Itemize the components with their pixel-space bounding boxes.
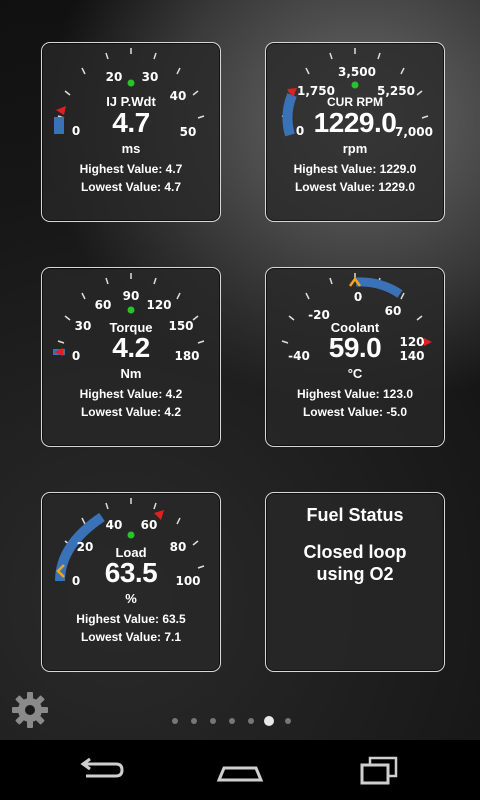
gauge-value: 1229.0 — [313, 107, 397, 138]
gauge-tile-cur-rpm[interactable]: 0 1,750 3,500 5,250 7,000 CUR RPM 1229.0… — [265, 42, 445, 222]
gauge-center-dot — [127, 531, 135, 539]
gauge-unit: Nm — [120, 366, 142, 381]
gauge-highest: Highest Value: 4.2 — [79, 387, 183, 401]
gauge-tile-ij-pwdt[interactable]: 0 20 30 40 50 IJ P.Wdt 4.7 ms Highest Va… — [41, 42, 221, 222]
fuel-status-tile[interactable]: Fuel Status Closed loop using O2 — [265, 492, 445, 672]
tick-label: 60 — [385, 304, 402, 318]
gauge-unit: rpm — [342, 141, 368, 156]
tick-label: 20 — [106, 70, 123, 84]
gauge-center-dot — [351, 81, 359, 89]
gauge-tile-torque[interactable]: 0 30 60 90 120 150 180 Torque 4.2 Nm Hig… — [41, 267, 221, 447]
page-dot[interactable] — [248, 718, 254, 724]
fuel-status-title: Fuel Status — [306, 505, 404, 525]
gauge-lowest: Lowest Value: 4.2 — [80, 405, 182, 419]
gauge-lowest: Lowest Value: 4.7 — [80, 180, 182, 194]
gauge-center-dot — [127, 79, 135, 87]
recents-icon — [360, 756, 398, 785]
page-dot[interactable] — [229, 718, 235, 724]
fuel-status-value: Closed loop using O2 — [266, 541, 444, 585]
gauge-center-dot — [127, 306, 135, 314]
gauge-lowest: Lowest Value: -5.0 — [302, 405, 408, 419]
recents-button[interactable] — [350, 750, 410, 790]
system-nav-bar — [0, 740, 480, 800]
page-dot-active[interactable] — [264, 716, 274, 726]
gauge-value: 63.5 — [104, 557, 158, 588]
page-indicator — [0, 715, 480, 727]
fuel-status-line-2: using O2 — [316, 564, 394, 584]
tick-label: 90 — [123, 289, 140, 303]
gauge-unit: % — [125, 591, 137, 606]
home-button[interactable] — [210, 750, 270, 790]
tick-label: 30 — [142, 70, 159, 84]
tick-label: 0 — [354, 290, 362, 304]
gauge-tile-coolant[interactable]: -40 -20 0 60 120 140 Coolant 59.0 °C Hig… — [265, 267, 445, 447]
gauge-lowest: Lowest Value: 7.1 — [80, 630, 182, 644]
tick-label: 60 — [141, 518, 158, 532]
fuel-status-line-1: Closed loop — [303, 542, 407, 562]
home-icon — [216, 766, 264, 782]
gauge-tile-load[interactable]: 0 20 40 60 80 100 Load 63.5 % Highest Va… — [41, 492, 221, 672]
gauge-highest: Highest Value: 123.0 — [296, 387, 414, 401]
page-dot[interactable] — [210, 718, 216, 724]
tick-label: 40 — [106, 518, 123, 532]
page-dot[interactable] — [285, 718, 291, 724]
gauge-lowest: Lowest Value: 1229.0 — [294, 180, 416, 194]
gauge-highest: Highest Value: 1229.0 — [293, 162, 417, 176]
gauge-value: 4.2 — [112, 332, 150, 363]
page-dot[interactable] — [191, 718, 197, 724]
gauge-arc — [355, 277, 403, 298]
page-dot[interactable] — [172, 718, 178, 724]
gauge-unit: ms — [121, 141, 141, 156]
back-icon — [80, 757, 124, 778]
tick-label: 3,500 — [338, 65, 376, 79]
tick-label: 60 — [95, 298, 112, 312]
gauge-value: 59.0 — [328, 332, 382, 363]
gauge-value: 4.7 — [112, 107, 150, 138]
back-button[interactable] — [70, 750, 130, 790]
gauge-unit: °C — [347, 366, 363, 381]
gauge-highest: Highest Value: 63.5 — [76, 612, 186, 626]
tick-label: 120 — [146, 298, 171, 312]
gauge-highest: Highest Value: 4.7 — [79, 162, 183, 176]
